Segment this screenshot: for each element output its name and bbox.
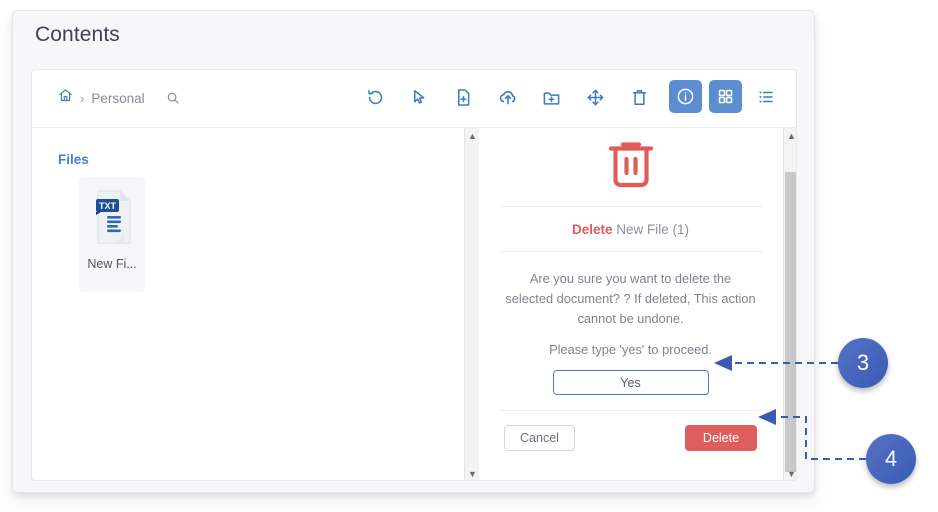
scroll-thumb[interactable] (785, 172, 796, 472)
breadcrumb-current[interactable]: Personal (91, 91, 144, 106)
home-icon[interactable] (58, 88, 73, 108)
file-manager-toolbar: › Personal (32, 70, 796, 128)
svg-text:TXT: TXT (99, 201, 117, 211)
dialog-message: Are you sure you want to delete the sele… (505, 270, 756, 326)
dialog-heading-action: Delete (571, 222, 613, 237)
dialog-heading: Delete New File (1) (493, 223, 768, 237)
trash-button[interactable] (626, 82, 653, 112)
file-card[interactable]: TXT New Fi... (79, 177, 145, 292)
delete-dialog: Delete New File (1) Are you sure you wan… (493, 128, 768, 452)
toolbar-view-controls (669, 80, 782, 113)
dialog-divider-middle (499, 250, 762, 252)
txt-file-icon: TXT (90, 189, 134, 245)
file-manager-body: Files TXT New Fi... ▲ ▼ Delete New File … (32, 128, 796, 480)
files-pane: Files TXT New Fi... ▲ ▼ (32, 128, 479, 480)
scroll-down-arrow[interactable]: ▼ (465, 467, 479, 480)
select-button[interactable] (406, 82, 433, 112)
file-manager-panel: › Personal Files TXT New Fi... ▲ ▼ Delet… (31, 69, 797, 481)
cancel-button[interactable]: Cancel (504, 425, 575, 452)
breadcrumb: › Personal (58, 88, 180, 108)
grid-view-toggle[interactable] (709, 80, 742, 113)
dialog-heading-target: New File (1) (616, 222, 690, 237)
files-section-label: Files (58, 152, 89, 167)
delete-button[interactable]: Delete (685, 425, 757, 452)
scroll-up-arrow[interactable]: ▲ (784, 129, 796, 143)
breadcrumb-separator: › (80, 90, 85, 106)
dialog-pane-scrollbar[interactable]: ▲ ▼ (783, 128, 796, 480)
upload-cloud-button[interactable] (494, 82, 521, 112)
trash-icon-large (603, 140, 659, 192)
new-folder-button[interactable] (538, 82, 565, 112)
list-view-toggle[interactable] (749, 80, 782, 113)
confirm-input[interactable] (552, 370, 709, 396)
dialog-divider-bottom (499, 410, 762, 412)
dialog-prompt: Please type 'yes' to proceed. (549, 342, 712, 358)
refresh-button[interactable] (362, 82, 389, 112)
new-file-button[interactable] (450, 82, 477, 112)
left-pane-scrollbar[interactable]: ▲ ▼ (464, 128, 479, 480)
dialog-actions: Cancel Delete (493, 425, 768, 452)
callout-badge-3: 3 (838, 338, 888, 388)
contents-card: Contents › Personal Files TXT New Fi... … (12, 10, 815, 493)
toolbar-actions (362, 82, 653, 112)
page-title: Contents (35, 23, 120, 46)
info-toggle[interactable] (669, 80, 702, 113)
dialog-divider-top (499, 206, 762, 207)
scroll-up-arrow[interactable]: ▲ (465, 129, 479, 143)
delete-dialog-pane: Delete New File (1) Are you sure you wan… (479, 128, 796, 480)
file-name-label: New Fi... (87, 257, 137, 271)
scroll-down-arrow[interactable]: ▼ (784, 467, 796, 480)
move-button[interactable] (582, 82, 609, 112)
callout-badge-4: 4 (866, 434, 916, 484)
search-icon[interactable] (166, 91, 180, 105)
